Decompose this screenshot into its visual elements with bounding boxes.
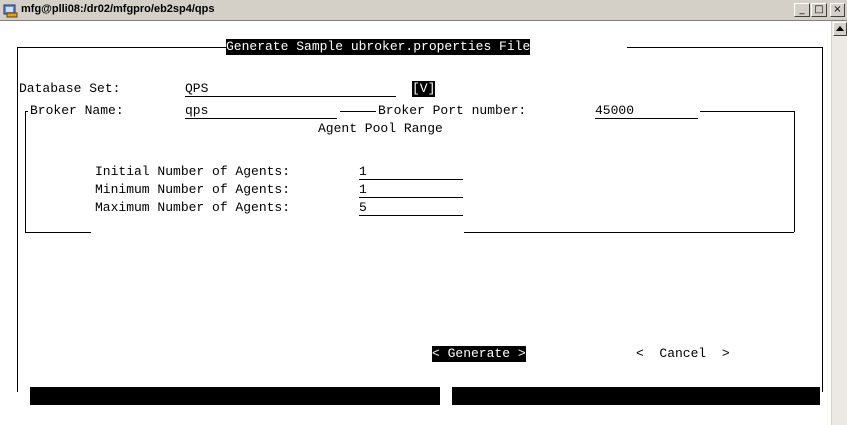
frame-top-left <box>17 47 226 48</box>
minimum-agents-label: Minimum Number of Agents: <box>95 182 291 197</box>
status-bar-left <box>30 387 440 405</box>
database-set-field[interactable]: QPS <box>185 81 208 97</box>
form-title: Generate Sample ubroker.properties File <box>226 39 531 55</box>
database-set-underline <box>185 96 396 97</box>
terminal-app-icon <box>3 4 18 18</box>
generate-button[interactable]: < Generate > <box>432 346 526 362</box>
maximize-button[interactable]: □ <box>811 3 827 17</box>
minimize-button[interactable]: _ <box>794 3 810 17</box>
initial-agents-field[interactable]: 1 <box>359 164 367 180</box>
broker-frame-right <box>794 111 795 232</box>
minimum-agents-underline <box>359 197 463 198</box>
terminal-window: mfg@plli08:/dr02/mfgpro/eb2sp4/qps _ □ ×… <box>0 0 847 425</box>
arrow-up-icon <box>836 26 844 31</box>
broker-frame-bottom-right <box>464 232 794 233</box>
frame-right <box>822 47 823 392</box>
window-title: mfg@plli08:/dr02/mfgpro/eb2sp4/qps <box>21 3 215 15</box>
scroll-up-button[interactable] <box>833 22 847 36</box>
database-set-lookup-button[interactable]: [V] <box>412 81 436 97</box>
database-set-label: Database Set: <box>19 81 121 96</box>
maximum-agents-field[interactable]: 5 <box>359 200 367 216</box>
broker-port-underline <box>595 118 698 119</box>
broker-frame-left <box>25 111 26 232</box>
maximum-agents-label: Maximum Number of Agents: <box>95 200 291 215</box>
broker-frame-top-mid <box>340 111 376 112</box>
broker-port-label: Broker Port number: <box>378 103 527 118</box>
initial-agents-label: Initial Number of Agents: <box>95 164 291 179</box>
broker-frame-top-right <box>700 111 794 112</box>
initial-agents-underline <box>359 179 463 180</box>
broker-name-underline <box>185 118 337 119</box>
agent-pool-title: Agent Pool Range <box>318 121 443 136</box>
minimum-agents-field[interactable]: 1 <box>359 182 367 198</box>
frame-left <box>17 47 18 392</box>
frame-top-right <box>627 47 822 48</box>
broker-frame-bottom-left <box>25 232 91 233</box>
cancel-button[interactable]: < Cancel > <box>636 346 730 362</box>
close-button[interactable]: × <box>830 3 845 17</box>
title-bar[interactable]: mfg@plli08:/dr02/mfgpro/eb2sp4/qps _ □ × <box>0 0 847 21</box>
broker-name-field[interactable]: qps <box>185 103 208 119</box>
status-bar-right <box>452 387 820 405</box>
terminal-screen: Generate Sample ubroker.properties File … <box>0 21 830 425</box>
maximum-agents-underline <box>359 215 463 216</box>
broker-name-label: Broker Name: <box>30 103 124 118</box>
vertical-scrollbar[interactable] <box>831 21 847 425</box>
broker-port-field[interactable]: 45000 <box>595 103 634 119</box>
